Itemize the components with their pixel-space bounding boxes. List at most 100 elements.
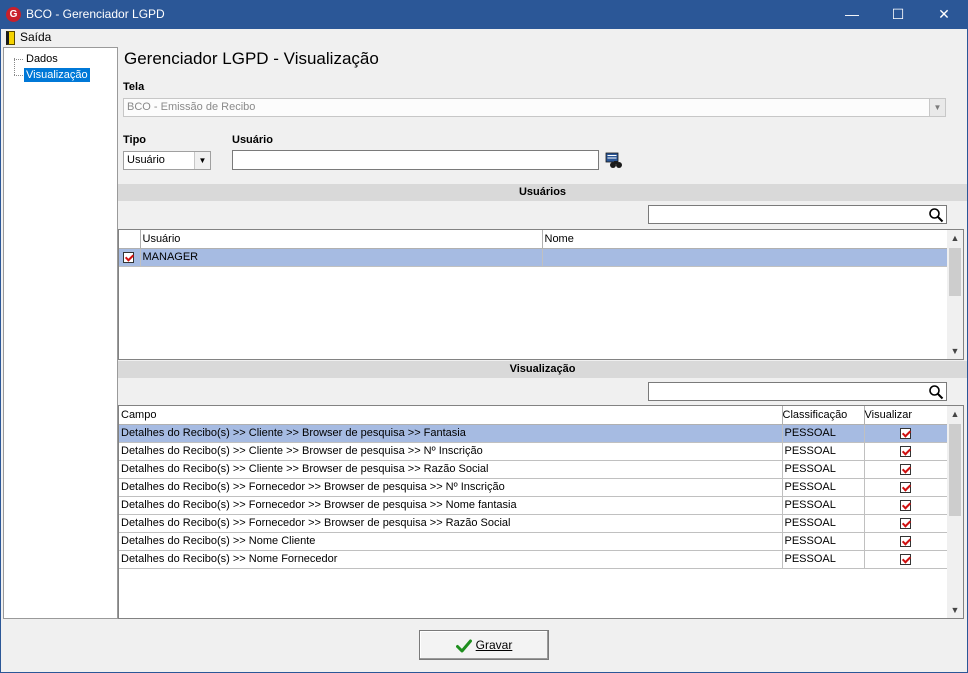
scroll-up-icon[interactable]: ▲ (947, 230, 963, 246)
window-title: BCO - Gerenciador LGPD (26, 7, 165, 21)
column-header-classificacao[interactable]: Classificação (782, 406, 865, 425)
cell-classificacao: PESSOAL (782, 442, 865, 461)
table-row[interactable]: Detalhes do Recibo(s) >> Fornecedor >> B… (119, 478, 948, 497)
exit-menu-label: Saída (20, 30, 52, 44)
cell-campo: Detalhes do Recibo(s) >> Cliente >> Brow… (119, 442, 783, 461)
navigation-tree: Dados Visualização (3, 47, 118, 619)
scroll-thumb[interactable] (949, 424, 961, 516)
cell-visualizar[interactable] (864, 550, 948, 569)
column-header-campo[interactable]: Campo (119, 406, 783, 425)
app-window: G BCO - Gerenciador LGPD — ☐ ✕ Saída Dad… (0, 0, 968, 673)
users-grid-scrollbar[interactable]: ▲ ▼ (947, 230, 963, 359)
tree-item-dados[interactable]: Dados (24, 52, 60, 66)
cell-usuario: MANAGER (140, 248, 543, 267)
view-filter-input[interactable] (648, 382, 947, 401)
cell-visualizar[interactable] (864, 514, 948, 533)
users-filter-input[interactable] (648, 205, 947, 224)
maximize-button[interactable]: ☐ (875, 1, 921, 29)
scroll-thumb[interactable] (949, 248, 961, 296)
cell-campo: Detalhes do Recibo(s) >> Cliente >> Brow… (119, 424, 783, 443)
search-icon[interactable] (928, 207, 944, 223)
cell-visualizar[interactable] (864, 424, 948, 443)
checkbox-checked-icon[interactable] (899, 517, 911, 529)
cell-classificacao: PESSOAL (782, 460, 865, 479)
search-icon[interactable] (928, 384, 944, 400)
chevron-down-icon[interactable]: ▼ (194, 152, 210, 169)
green-check-icon (455, 639, 472, 653)
cell-campo: Detalhes do Recibo(s) >> Fornecedor >> B… (119, 496, 783, 515)
page-title: Gerenciador LGPD - Visualização (124, 49, 379, 68)
binoculars-icon[interactable] (605, 152, 623, 170)
users-grid-header: Usuário Nome (119, 230, 948, 249)
checkbox-checked-icon[interactable] (899, 499, 911, 511)
cell-campo: Detalhes do Recibo(s) >> Nome Cliente (119, 532, 783, 551)
users-section-header: Usuários (118, 184, 967, 201)
title-bar[interactable]: G BCO - Gerenciador LGPD — ☐ ✕ (1, 1, 967, 29)
cell-classificacao: PESSOAL (782, 514, 865, 533)
close-button[interactable]: ✕ (921, 1, 967, 29)
cell-visualizar[interactable] (864, 442, 948, 461)
cell-classificacao: PESSOAL (782, 478, 865, 497)
tree-connector (14, 75, 23, 76)
tree-connector (14, 58, 15, 75)
cell-visualizar[interactable] (864, 532, 948, 551)
checkbox-checked-icon[interactable] (899, 445, 911, 457)
table-row[interactable]: Detalhes do Recibo(s) >> Cliente >> Brow… (119, 460, 948, 479)
exit-menu-item[interactable]: Saída (4, 30, 51, 46)
save-button-label: Gravar (475, 638, 513, 652)
checkbox-checked-icon[interactable] (899, 481, 911, 493)
tela-label: Tela (123, 81, 145, 93)
cell-campo: Detalhes do Recibo(s) >> Fornecedor >> B… (119, 514, 783, 533)
tipo-label: Tipo (123, 134, 147, 146)
cell-classificacao: PESSOAL (782, 496, 865, 515)
minimize-button[interactable]: — (829, 1, 875, 29)
cell-visualizar[interactable] (864, 478, 948, 497)
cell-visualizar[interactable] (864, 496, 948, 515)
table-row[interactable]: Detalhes do Recibo(s) >> Fornecedor >> B… (119, 496, 948, 515)
table-row[interactable]: Detalhes do Recibo(s) >> Cliente >> Brow… (119, 424, 948, 443)
checkbox-checked-icon[interactable] (899, 535, 911, 547)
tela-select: BCO - Emissão de Recibo ▼ (123, 98, 946, 117)
table-row[interactable]: Detalhes do Recibo(s) >> Nome Fornecedor… (119, 550, 948, 569)
usuario-label: Usuário (232, 134, 273, 146)
table-row[interactable]: Detalhes do Recibo(s) >> Cliente >> Brow… (119, 442, 948, 461)
cell-nome (542, 248, 948, 267)
app-logo-icon: G (6, 7, 21, 22)
cell-classificacao: PESSOAL (782, 424, 865, 443)
tipo-select[interactable]: Usuário ▼ (123, 151, 211, 170)
users-grid: Usuário Nome MANAGER ▲ ▼ (118, 229, 964, 360)
table-row[interactable]: Detalhes do Recibo(s) >> Nome Cliente PE… (119, 532, 948, 551)
scroll-down-icon[interactable]: ▼ (947, 602, 963, 618)
scroll-up-icon[interactable]: ▲ (947, 406, 963, 422)
tipo-select-value: Usuário (127, 154, 165, 166)
main-content: Gerenciador LGPD - Visualização Tela BCO… (118, 47, 967, 660)
chevron-down-icon: ▼ (929, 99, 945, 116)
checkbox-checked-icon[interactable] (899, 463, 911, 475)
checkbox-checked-icon[interactable] (899, 553, 911, 565)
checkbox-checked-icon[interactable] (123, 251, 135, 263)
view-grid: Campo Classificação Visualizar Detalhes … (118, 405, 964, 619)
tree-item-visualizacao[interactable]: Visualização (24, 68, 90, 82)
row-checkbox[interactable] (119, 248, 141, 267)
cell-visualizar[interactable] (864, 460, 948, 479)
table-row[interactable]: Detalhes do Recibo(s) >> Fornecedor >> B… (119, 514, 948, 533)
column-header-visualizar[interactable]: Visualizar (864, 406, 948, 425)
view-grid-scrollbar[interactable]: ▲ ▼ (947, 406, 963, 618)
menu-bar: Saída (1, 29, 967, 47)
cell-campo: Detalhes do Recibo(s) >> Nome Fornecedor (119, 550, 783, 569)
column-header-usuario[interactable]: Usuário (140, 230, 543, 249)
view-grid-header: Campo Classificação Visualizar (119, 406, 948, 425)
scroll-down-icon[interactable]: ▼ (947, 343, 963, 359)
usuario-input[interactable] (232, 150, 599, 170)
checkbox-checked-icon[interactable] (899, 427, 911, 439)
exit-door-icon (6, 31, 15, 45)
users-grid-select-header (119, 230, 141, 249)
cell-campo: Detalhes do Recibo(s) >> Cliente >> Brow… (119, 460, 783, 479)
column-header-nome[interactable]: Nome (542, 230, 948, 249)
save-button[interactable]: Gravar (419, 630, 549, 660)
tree-connector (14, 59, 23, 60)
view-section-header: Visualização (118, 361, 967, 378)
tela-select-value: BCO - Emissão de Recibo (127, 101, 256, 113)
table-row[interactable]: MANAGER (119, 248, 948, 267)
cell-classificacao: PESSOAL (782, 550, 865, 569)
